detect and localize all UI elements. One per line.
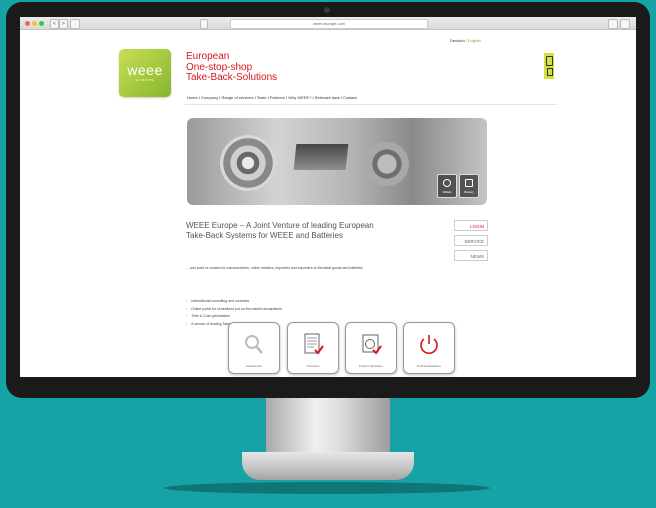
washing-machine-dial-image — [220, 135, 276, 191]
pom-declarations-label: PoM Declarations — [417, 363, 441, 368]
tagline-line-3: Take-Back-Solutions — [186, 72, 278, 83]
battery-icon — [465, 179, 473, 187]
recycle-icon — [443, 179, 451, 187]
bin-icon — [547, 68, 553, 76]
power-icon — [420, 335, 438, 354]
forward-button[interactable]: > — [59, 19, 68, 29]
hero-image: WEEE Battery — [187, 118, 487, 205]
tagline-line-1: European — [186, 51, 230, 62]
monitor-chin — [14, 378, 642, 396]
browser-toolbar: < > weee-europe.com — [20, 17, 636, 30]
contracts-card[interactable]: Contracts — [287, 322, 339, 374]
washer-check-icon — [362, 334, 382, 355]
appliance-slot-image — [293, 144, 349, 170]
share-icon[interactable] — [608, 19, 618, 29]
logo-subtitle: EUROPE — [135, 78, 155, 82]
lang-separator: | — [465, 38, 467, 43]
stand-shadow — [164, 482, 490, 494]
language-switch: Deutsch | English — [450, 38, 481, 43]
intro-text: ... and point of contact for manufacture… — [186, 266, 363, 270]
assessment-card[interactable]: Assessment — [228, 322, 280, 374]
control-knob-image — [365, 142, 409, 186]
zoom-window-button[interactable] — [39, 21, 44, 26]
lang-deutsch-link[interactable]: Deutsch — [450, 38, 465, 43]
monitor-stand — [242, 452, 414, 480]
login-button[interactable]: LOGIN — [454, 220, 488, 231]
list-item: Online portal for centralized put on the… — [186, 306, 282, 314]
main-navigation[interactable]: Home I Company I Range of services I Tea… — [187, 95, 357, 100]
magnifier-icon — [245, 335, 263, 354]
sidebar-toggle-icon[interactable] — [70, 19, 80, 29]
lang-english-link[interactable]: English — [468, 38, 481, 43]
header-divider — [185, 104, 557, 105]
news-button[interactable]: NEWS — [454, 250, 488, 261]
close-window-button[interactable] — [25, 21, 30, 26]
side-badge[interactable] — [544, 53, 554, 79]
back-button[interactable]: < — [50, 19, 59, 29]
product-allocation-card[interactable]: Product Allocation — [345, 322, 397, 374]
list-item: Time & Cost optimization — [186, 313, 282, 321]
camera — [324, 7, 330, 13]
tabs-icon[interactable] — [620, 19, 630, 29]
document-check-icon — [304, 333, 324, 355]
battery-hero-label: Battery — [464, 190, 474, 194]
weee-logo[interactable]: weee EUROPE — [119, 49, 171, 97]
site-tagline: European One-stop-shop Take-Back-Solutio… — [186, 51, 278, 84]
weee-hero-button[interactable]: WEEE — [437, 174, 457, 198]
browser-screen: < > weee-europe.com Deutsch | English we… — [20, 17, 636, 377]
service-button[interactable]: SERVICE — [454, 235, 488, 246]
page-headline: WEEE Europe – A Joint Venture of leading… — [186, 221, 374, 240]
contracts-label: Contracts — [306, 363, 320, 368]
battery-hero-button[interactable]: Battery — [459, 174, 479, 198]
logo-wordmark: weee — [127, 62, 163, 78]
weee-hero-label: WEEE — [442, 190, 452, 194]
minimize-window-button[interactable] — [32, 21, 37, 26]
list-item: International consulting and contracts — [186, 298, 282, 306]
monitor-neck — [266, 398, 390, 458]
assessment-label: Assessment — [245, 363, 263, 368]
battery-icon — [546, 56, 553, 66]
privacy-icon[interactable] — [200, 19, 208, 29]
product-allocation-label: Product Allocation — [358, 363, 383, 368]
pom-declarations-card[interactable]: PoM Declarations — [403, 322, 455, 374]
url-bar[interactable]: weee-europe.com — [230, 19, 428, 29]
